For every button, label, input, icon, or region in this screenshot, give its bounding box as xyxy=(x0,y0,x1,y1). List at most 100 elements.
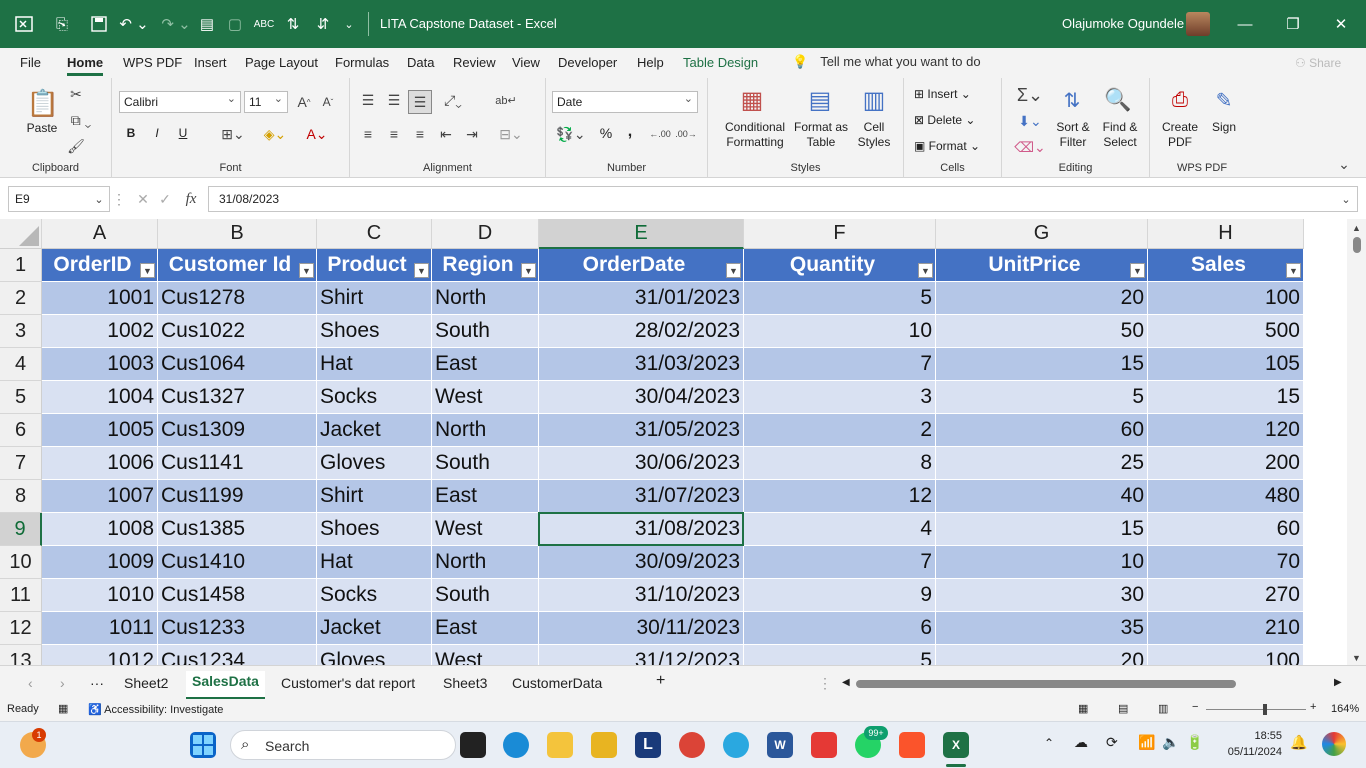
copy-icon[interactable]: ⧉ ⌄ xyxy=(66,110,96,130)
table-cell[interactable]: Cus1309 xyxy=(158,414,317,447)
clock-time[interactable]: 18:55 xyxy=(1232,730,1282,742)
tab-table-design[interactable]: Table Design xyxy=(683,55,758,70)
fill-color-icon[interactable]: ◈⌄ xyxy=(260,124,290,144)
taskbar-search[interactable]: ⌕ Search xyxy=(230,730,456,760)
table-cell[interactable]: Hat xyxy=(317,546,432,579)
table-header-cell[interactable]: UnitPrice ▼ xyxy=(936,249,1148,282)
table-cell[interactable]: 31/10/2023 xyxy=(539,579,744,612)
align-bottom-icon[interactable]: ☰ xyxy=(408,90,432,114)
percent-button[interactable]: % xyxy=(598,126,614,141)
orientation-icon[interactable]: ⤢⌄ xyxy=(438,90,468,110)
filter-dropdown-icon[interactable]: ▼ xyxy=(918,263,933,278)
sync-icon[interactable]: ⟳ xyxy=(1106,734,1118,751)
table-header-cell[interactable]: Region ▼ xyxy=(432,249,539,282)
customize-icon[interactable]: ⌄ xyxy=(340,0,358,48)
table-cell[interactable]: 120 xyxy=(1148,414,1304,447)
font-name-select[interactable]: Calibri xyxy=(119,91,241,113)
table-cell[interactable]: 10 xyxy=(744,315,936,348)
cut-icon[interactable]: ✂ xyxy=(66,84,86,104)
table-cell[interactable]: 30/11/2023 xyxy=(539,612,744,645)
brave-icon[interactable] xyxy=(899,732,925,758)
add-sheet-button[interactable]: + xyxy=(656,672,665,690)
page-layout-view-icon[interactable]: ▤ xyxy=(1118,702,1128,715)
table-cell[interactable]: Cus1199 xyxy=(158,480,317,513)
table-cell[interactable]: Cus1327 xyxy=(158,381,317,414)
align-right-icon[interactable]: ≡ xyxy=(410,124,430,144)
close-button[interactable]: ✕ xyxy=(1326,0,1356,48)
vertical-scroll-thumb[interactable] xyxy=(1353,237,1361,253)
notifications-icon[interactable]: 🔔 xyxy=(1290,734,1307,751)
table-cell[interactable]: Cus1278 xyxy=(158,282,317,315)
table-cell[interactable]: 1012 xyxy=(42,645,158,665)
share-button[interactable]: ⚇ Share xyxy=(1295,56,1341,70)
volume-icon[interactable]: 🔈 xyxy=(1162,734,1179,751)
table-cell[interactable]: 30/09/2023 xyxy=(539,546,744,579)
table-cell[interactable]: 1007 xyxy=(42,480,158,513)
table-cell[interactable]: West xyxy=(432,645,539,665)
table-cell[interactable]: 1004 xyxy=(42,381,158,414)
table-cell[interactable]: Gloves xyxy=(317,645,432,665)
create-pdf-button[interactable]: Create PDF xyxy=(1160,120,1200,150)
zoom-out-icon[interactable]: − xyxy=(1192,701,1198,713)
tab-view[interactable]: View xyxy=(512,55,540,70)
task-view-icon[interactable] xyxy=(460,732,486,758)
table-cell[interactable]: 105 xyxy=(1148,348,1304,381)
table-cell[interactable]: 30 xyxy=(936,579,1148,612)
cell-styles-icon[interactable]: ▥ xyxy=(858,84,890,116)
table-cell[interactable]: 25 xyxy=(936,447,1148,480)
table-cell[interactable]: 5 xyxy=(744,645,936,665)
table-header-cell[interactable]: OrderDate ▼ xyxy=(539,249,744,282)
tab-page-layout[interactable]: Page Layout xyxy=(245,55,318,70)
table-cell[interactable]: 1009 xyxy=(42,546,158,579)
sort-filter-button[interactable]: Sort & Filter xyxy=(1052,120,1094,150)
decrease-font-icon[interactable]: Aˇ xyxy=(318,91,338,113)
table-cell[interactable]: South xyxy=(432,447,539,480)
table-cell[interactable]: 270 xyxy=(1148,579,1304,612)
row-header-12[interactable]: 12 xyxy=(0,612,42,645)
spelling-icon[interactable]: ABC xyxy=(252,0,276,48)
sheet-tab-salesdata[interactable]: SalesData xyxy=(186,671,265,700)
table-cell[interactable]: 500 xyxy=(1148,315,1304,348)
save-icon[interactable] xyxy=(88,0,110,48)
table-cell[interactable]: Gloves xyxy=(317,447,432,480)
filter-dropdown-icon[interactable]: ▼ xyxy=(140,263,155,278)
table-header-cell[interactable]: Quantity ▼ xyxy=(744,249,936,282)
insert-function-icon[interactable]: fx xyxy=(180,189,202,209)
page-break-view-icon[interactable]: ▥ xyxy=(1158,702,1168,715)
tray-overflow-icon[interactable]: ⌃ xyxy=(1044,736,1054,750)
table-cell[interactable]: East xyxy=(432,348,539,381)
table-cell[interactable]: 20 xyxy=(936,645,1148,665)
sign-icon[interactable]: ✎ xyxy=(1208,84,1240,116)
filter-dropdown-icon[interactable]: ▼ xyxy=(414,263,429,278)
table-cell[interactable]: 31/03/2023 xyxy=(539,348,744,381)
table-cell[interactable]: 60 xyxy=(936,414,1148,447)
table-cell[interactable]: 1011 xyxy=(42,612,158,645)
table-cell[interactable]: Shirt xyxy=(317,480,432,513)
bold-button[interactable]: B xyxy=(124,126,138,141)
tab-splitter-icon[interactable]: ⋮ xyxy=(818,675,832,692)
table-cell[interactable]: East xyxy=(432,480,539,513)
filter-dropdown-icon[interactable]: ▼ xyxy=(1286,263,1301,278)
table-cell[interactable]: Cus1064 xyxy=(158,348,317,381)
row-header-2[interactable]: 2 xyxy=(0,282,42,315)
table-cell[interactable]: Socks xyxy=(317,381,432,414)
table-cell[interactable]: South xyxy=(432,579,539,612)
scroll-up-icon[interactable]: ▲ xyxy=(1347,221,1366,235)
underline-button[interactable]: U xyxy=(176,126,190,141)
expand-formula-icon[interactable]: ⌄ xyxy=(1338,190,1354,208)
alexa-icon[interactable] xyxy=(723,732,749,758)
table-cell[interactable]: 30/06/2023 xyxy=(539,447,744,480)
filter-dropdown-icon[interactable]: ▼ xyxy=(521,263,536,278)
onedrive-icon[interactable]: ☁ xyxy=(1074,734,1088,751)
row-header-1[interactable]: 1 xyxy=(0,249,42,282)
table-cell[interactable]: South xyxy=(432,315,539,348)
scroll-left-icon[interactable]: ◀ xyxy=(842,677,850,688)
undo-icon[interactable]: ↶ ⌄ xyxy=(116,0,152,48)
column-header-a[interactable]: A xyxy=(42,219,158,249)
row-header-11[interactable]: 11 xyxy=(0,579,42,612)
font-color-icon[interactable]: A⌄ xyxy=(302,124,332,144)
table-header-cell[interactable]: Product ▼ xyxy=(317,249,432,282)
minimize-button[interactable]: — xyxy=(1230,0,1260,48)
filter-dropdown-icon[interactable]: ▼ xyxy=(726,263,741,278)
table-cell[interactable]: North xyxy=(432,546,539,579)
